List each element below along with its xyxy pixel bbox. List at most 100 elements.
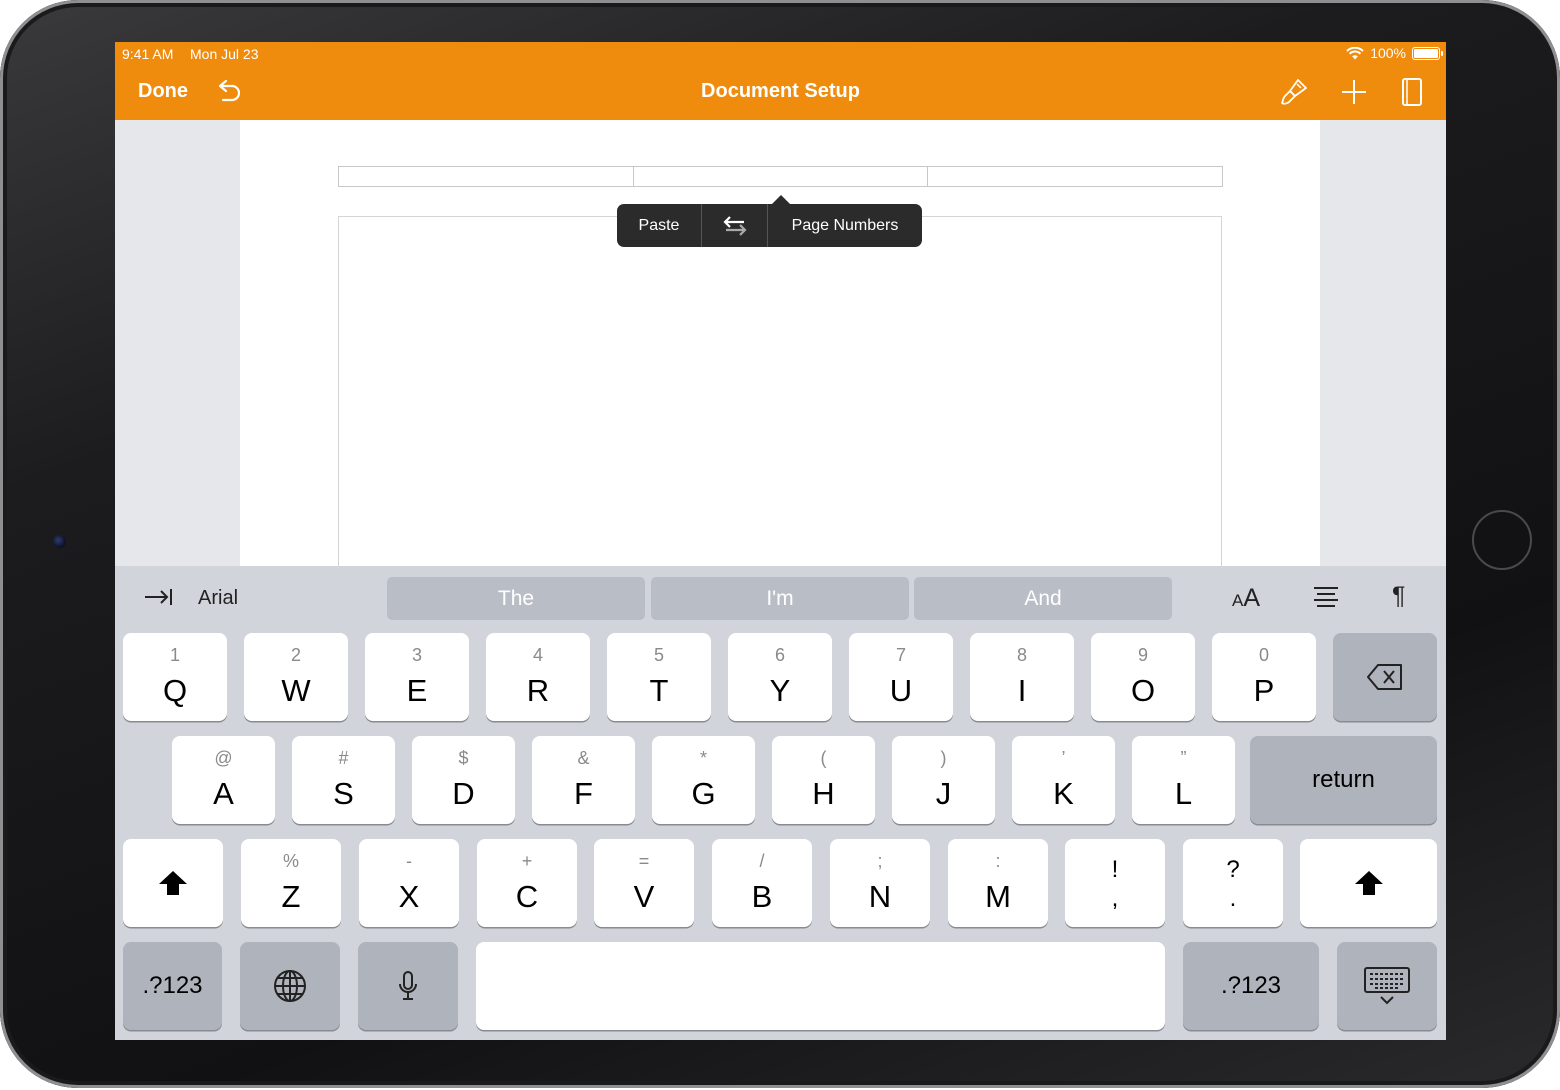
header-fields — [338, 166, 1223, 187]
numbers-key-right[interactable]: .?123 — [1183, 942, 1319, 1030]
document-body-area[interactable] — [338, 216, 1222, 576]
key-hint: # — [338, 748, 349, 768]
key-hint: + — [521, 851, 533, 871]
text-size-small: A — [1232, 591, 1244, 610]
key-w[interactable]: 2W — [244, 633, 348, 721]
key-h[interactable]: (H — [772, 736, 875, 824]
key-z[interactable]: % Z — [241, 839, 341, 927]
shift-key-left[interactable] — [123, 839, 223, 927]
key-f[interactable]: & F — [532, 736, 635, 824]
key-letter: D — [452, 776, 475, 811]
wifi-icon — [1346, 46, 1364, 60]
key-u[interactable]: 7U — [849, 633, 953, 721]
key-g[interactable]: * G — [652, 736, 755, 824]
page-title: Document Setup — [701, 80, 860, 102]
space-label — [476, 942, 1165, 1030]
key-y[interactable]: 6Y — [728, 633, 832, 721]
font-selector[interactable]: Arial — [198, 587, 238, 610]
key-x[interactable]: -X — [359, 839, 459, 927]
key-letter: E — [406, 673, 428, 708]
home-button[interactable] — [1472, 510, 1532, 570]
paste-menu-item[interactable]: Paste — [617, 204, 701, 247]
header-divider — [633, 167, 634, 186]
dictation-key[interactable] — [358, 942, 458, 1030]
key-bottom-char: , — [1111, 885, 1119, 912]
key-e[interactable]: 3E — [365, 633, 469, 721]
paintbrush-icon[interactable] — [1278, 76, 1310, 108]
key-n[interactable]: ; N — [830, 839, 930, 927]
suggestion-1[interactable]: The — [387, 577, 645, 620]
key-letter: H — [812, 776, 835, 811]
camera-icon — [53, 535, 66, 548]
numbers-key-left[interactable]: .?123 — [123, 942, 222, 1030]
key-letter: I — [1017, 673, 1027, 708]
key-letter: K — [1053, 776, 1074, 811]
key-r[interactable]: 4R — [486, 633, 590, 721]
space-key[interactable] — [476, 942, 1165, 1030]
document-icon[interactable] — [1396, 76, 1428, 108]
key-c[interactable]: + C — [477, 839, 577, 927]
key-hint: ’ — [1061, 748, 1066, 768]
key-s[interactable]: # S — [292, 736, 395, 824]
key-i[interactable]: 8I — [970, 633, 1074, 721]
key-a[interactable]: @ A — [172, 736, 275, 824]
screen: 9:41 AM Mon Jul 23 100% Done Document Se… — [115, 42, 1446, 1040]
tab-icon[interactable] — [143, 586, 173, 608]
text-size-icon[interactable]: AA — [1232, 584, 1260, 614]
key-m[interactable]: :M — [948, 839, 1048, 927]
key-top-char: ! — [1111, 856, 1119, 883]
shortcut-bar: Arial The I'm And AA ¶ — [115, 566, 1446, 630]
return-label: return — [1312, 766, 1375, 793]
shift-icon — [1300, 839, 1437, 927]
key-d[interactable]: $ D — [412, 736, 515, 824]
key-p[interactable]: 0P — [1212, 633, 1316, 721]
page-numbers-menu-item[interactable]: Page Numbers — [768, 204, 922, 247]
key-t[interactable]: 5T — [607, 633, 711, 721]
status-right: 100% — [1346, 45, 1443, 61]
key-o[interactable]: 9O — [1091, 633, 1195, 721]
suggestion-3[interactable]: And — [914, 577, 1172, 620]
key-letter: F — [574, 776, 593, 811]
key-hint: 9 — [1137, 645, 1148, 665]
key-hint: - — [406, 851, 412, 871]
key-hint: 7 — [895, 645, 906, 665]
key-letter: W — [281, 673, 311, 708]
return-key[interactable]: return — [1250, 736, 1437, 824]
key-k[interactable]: ’ K — [1012, 736, 1115, 824]
plus-icon[interactable] — [1338, 76, 1370, 108]
key-hint: 4 — [532, 645, 543, 665]
key-v[interactable]: = V — [594, 839, 694, 927]
status-date: Mon Jul 23 — [190, 46, 259, 62]
key-letter: V — [633, 879, 655, 914]
text-size-large: A — [1243, 584, 1261, 612]
pilcrow-icon[interactable]: ¶ — [1392, 582, 1405, 612]
globe-icon — [240, 942, 340, 1030]
key-q[interactable]: 1Q — [123, 633, 227, 721]
key-letter: L — [1174, 776, 1193, 811]
key-hint: 0 — [1258, 645, 1269, 665]
key-hint: & — [577, 748, 590, 768]
key-letter: Y — [769, 673, 791, 708]
shift-icon — [123, 839, 223, 927]
key-b[interactable]: / B — [712, 839, 812, 927]
battery-percent: 100% — [1370, 45, 1406, 61]
globe-key[interactable] — [240, 942, 340, 1030]
key-hint: : — [995, 851, 1001, 871]
delete-key[interactable] — [1333, 633, 1437, 721]
key-letter: R — [526, 673, 550, 708]
key-letter: G — [691, 776, 716, 811]
key-l[interactable]: ” L — [1132, 736, 1235, 824]
exclamation-comma-key[interactable]: ! , — [1065, 839, 1165, 927]
swap-arrows-icon[interactable] — [702, 204, 767, 247]
backspace-icon — [1333, 633, 1437, 721]
key-letter: P — [1253, 673, 1275, 708]
dismiss-keyboard-key[interactable] — [1337, 942, 1437, 1030]
suggestion-2[interactable]: I'm — [651, 577, 909, 620]
keyboard-dismiss-icon — [1337, 942, 1437, 1030]
question-period-key[interactable]: ? . — [1183, 839, 1283, 927]
key-j[interactable]: ) J — [892, 736, 995, 824]
key-hint: ) — [940, 748, 947, 768]
shift-key-right[interactable] — [1300, 839, 1437, 927]
key-letter: Q — [162, 673, 188, 708]
align-icon[interactable] — [1313, 586, 1339, 616]
